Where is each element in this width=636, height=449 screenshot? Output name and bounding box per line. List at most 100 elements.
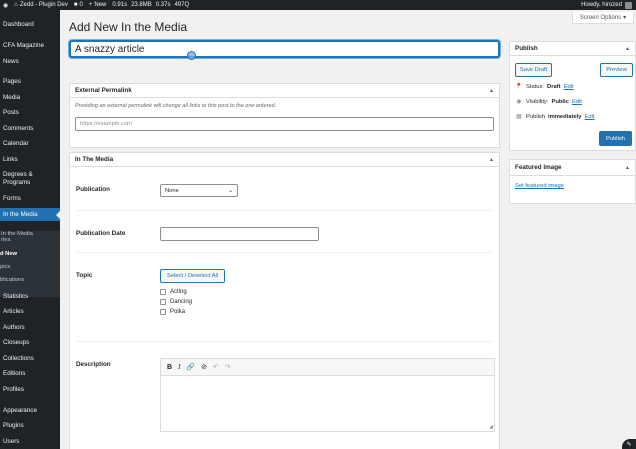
edit-status-link[interactable]: Edit	[564, 84, 574, 90]
site-name-link[interactable]: ⌂ Zedd - Plugin Dev	[14, 2, 68, 8]
page-title: Add New In the Media	[69, 20, 188, 34]
menu-users[interactable]: Users	[3, 438, 19, 446]
collapse-arrow-icon[interactable]: ▲	[625, 46, 630, 52]
menu-appearance[interactable]: Appearance	[3, 407, 37, 415]
menu-posts[interactable]: Posts	[3, 109, 19, 117]
post-title-input[interactable]: A snazzy article	[69, 40, 500, 58]
topic-label: Topic	[76, 272, 93, 279]
publish-date-row: ▦ Publish immediately Edit	[515, 113, 595, 121]
menu-news[interactable]: News	[3, 58, 19, 66]
collapse-arrow-icon[interactable]: ▲	[625, 165, 630, 171]
eye-icon: ◉	[516, 99, 522, 105]
featured-image-header[interactable]: Featured Image ▲	[510, 160, 635, 176]
menu-profiles[interactable]: Profiles	[3, 386, 24, 394]
comments-link[interactable]: ■ 0	[74, 2, 83, 8]
resize-handle-icon[interactable]: ◢	[489, 424, 493, 430]
topic-label-dancing: Dancing	[170, 299, 193, 305]
pin-icon: 📍	[515, 84, 523, 90]
perf-time: 0.91s	[112, 2, 128, 8]
menu-editions[interactable]: Editions	[3, 370, 25, 378]
divider	[76, 341, 493, 342]
checkbox[interactable]	[160, 289, 166, 295]
menu-cfa-magazine[interactable]: CFA Magazine	[3, 42, 44, 50]
menu-in-the-media-label: In the Media	[3, 211, 38, 218]
menu-comments[interactable]: Comments	[3, 125, 33, 133]
submenu-publications[interactable]: blications	[0, 277, 24, 283]
in-the-media-header[interactable]: In The Media ▲	[70, 153, 499, 167]
my-account[interactable]: Howdy, hirozed	[581, 0, 632, 10]
topic-checkbox-acting[interactable]: Acting	[160, 289, 187, 295]
publication-date-label: Publication Date	[76, 230, 126, 237]
publish-button[interactable]: Publish	[599, 131, 632, 146]
visibility-label: Visibility:	[526, 98, 549, 105]
menu-plugins[interactable]: Plugins	[3, 422, 24, 430]
collapse-arrow-icon[interactable]: ▲	[489, 88, 494, 94]
tool-icon[interactable]: ✎	[622, 439, 636, 449]
menu-dashboard[interactable]: Dashboard	[3, 21, 34, 29]
link-icon[interactable]: 🔗	[186, 363, 195, 371]
publication-date-input[interactable]	[160, 227, 319, 241]
checkbox[interactable]	[160, 299, 166, 305]
admin-bar: ◉ ⌂ Zedd - Plugin Dev ■ 0 + New 0.91s 23.8M…	[0, 0, 636, 10]
publish-header[interactable]: Publish ▲	[510, 42, 635, 56]
italic-icon[interactable]: I	[178, 363, 180, 371]
main-content: Screen Options ▾ Add New In the Media A …	[60, 10, 636, 449]
menu-closeups[interactable]: Closeups	[3, 339, 29, 347]
external-permalink-input[interactable]: https://example.com	[75, 117, 494, 131]
topic-checkbox-polka[interactable]: Polka	[160, 309, 185, 315]
status-label: Status:	[526, 83, 545, 90]
external-permalink-header[interactable]: External Permalink ▲	[70, 84, 499, 98]
publication-selected-value: None	[165, 187, 179, 194]
undo-icon[interactable]: ↶	[213, 363, 219, 371]
divider	[76, 210, 493, 211]
collapse-arrow-icon[interactable]: ▲	[489, 157, 494, 163]
select-deselect-all-button[interactable]: Select / Deselect All	[160, 269, 225, 283]
new-content-link[interactable]: + New	[89, 2, 107, 8]
menu-statistics[interactable]: Statistics	[3, 293, 28, 301]
wordpress-logo[interactable]: ◉	[3, 2, 8, 9]
preview-button[interactable]: Preview	[600, 63, 633, 77]
submenu-all-line2: ries	[1, 237, 11, 243]
edit-publish-date-link[interactable]: Edit	[585, 114, 595, 120]
description-textarea[interactable]	[161, 376, 494, 431]
submenu-add-new[interactable]: d New	[0, 251, 17, 257]
external-permalink-help: Providing an external permalink will cha…	[75, 103, 277, 109]
publication-label: Publication	[76, 186, 110, 193]
admin-sidebar: Dashboard CFA Magazine News Pages Media …	[0, 10, 60, 449]
submenu-topics[interactable]: pics	[0, 264, 10, 270]
topic-checkbox-dancing[interactable]: Dancing	[160, 299, 192, 305]
plus-icon: +	[88, 2, 93, 8]
menu-forms[interactable]: Forms	[3, 195, 21, 203]
unlink-icon[interactable]: ⊘	[201, 363, 207, 371]
redo-icon[interactable]: ↷	[225, 363, 231, 371]
menu-links[interactable]: Links	[3, 156, 18, 164]
new-label: New	[94, 2, 107, 8]
publish-box: Publish ▲ Save Draft Preview 📍 Status: D…	[509, 41, 636, 151]
menu-authors[interactable]: Authors	[3, 324, 25, 332]
menu-media[interactable]: Media	[3, 94, 20, 102]
menu-collections[interactable]: Collections	[3, 355, 34, 363]
checkbox[interactable]	[160, 309, 166, 315]
publish-when-value: immediately	[548, 113, 582, 120]
submenu-all-entries[interactable]: In the Media ries	[1, 231, 33, 243]
edit-visibility-link[interactable]: Edit	[572, 99, 582, 105]
topic-label-polka: Polka	[170, 309, 186, 315]
menu-degrees-programs[interactable]: Degrees & Programs	[3, 171, 33, 187]
comments-count: 0	[79, 2, 83, 8]
menu-pages[interactable]: Pages	[3, 78, 21, 86]
set-featured-image-link[interactable]: Set featured image	[515, 183, 564, 189]
mouse-cursor-indicator	[187, 51, 196, 60]
query-monitor-link[interactable]: 0.91s 23.8MB 0.37s 497Q	[112, 2, 189, 8]
publication-select[interactable]: None ⌄	[160, 184, 238, 197]
description-label: Description	[76, 361, 111, 368]
bold-icon[interactable]: B	[167, 364, 172, 371]
perf-query-count: 497Q	[174, 2, 190, 8]
featured-image-heading: Featured Image	[515, 164, 562, 171]
menu-in-the-media[interactable]: In the Media	[0, 208, 60, 221]
menu-degrees-line1: Degrees &	[3, 171, 33, 178]
screen-options-button[interactable]: Screen Options ▾	[572, 12, 634, 24]
menu-articles[interactable]: Articles	[3, 308, 24, 316]
visibility-value: Public	[551, 98, 569, 105]
menu-calendar[interactable]: Calendar	[3, 140, 29, 148]
save-draft-button[interactable]: Save Draft	[515, 63, 552, 77]
